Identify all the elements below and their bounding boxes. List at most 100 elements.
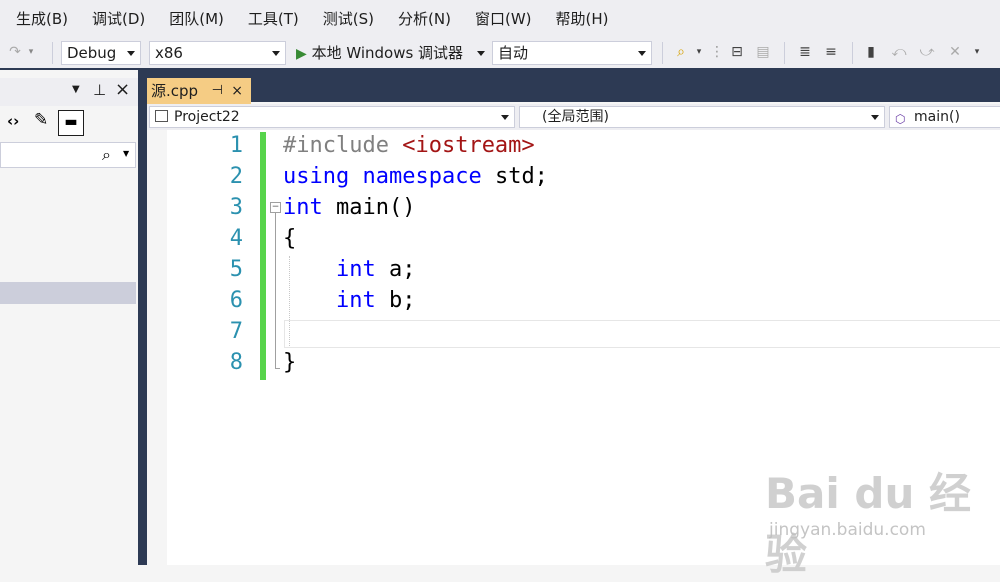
line-number: 8 <box>229 350 243 375</box>
code-text-fragment: a; <box>375 257 416 282</box>
start-debugging-label: 本地 Windows 调试器 <box>311 44 464 62</box>
code-line-6: int b; <box>283 285 1000 316</box>
chevron-down-icon <box>272 51 280 56</box>
grip-icon[interactable]: ⋮ <box>710 43 724 61</box>
pin-icon[interactable]: ⊥ <box>93 81 106 99</box>
platform-select[interactable]: x86 <box>149 41 286 65</box>
chevron-down-icon <box>477 51 485 56</box>
member-select[interactable]: ⬡ main() <box>889 106 1000 128</box>
menu-window[interactable]: 窗口(W) <box>463 0 544 38</box>
menu-team[interactable]: 团队(M) <box>157 0 236 38</box>
code-line-8: } <box>283 347 1000 378</box>
menu-test[interactable]: 测试(S) <box>311 0 386 38</box>
keyword: int <box>335 288 376 313</box>
code-line-2: using namespace std; <box>283 161 1000 192</box>
chevron-down-icon <box>501 115 509 120</box>
code-line-4: { <box>283 223 1000 254</box>
platform-value: x86 <box>155 44 183 62</box>
collapse-all-icon[interactable]: ▬ <box>58 110 84 136</box>
line-number: 6 <box>229 288 243 313</box>
member-name: main() <box>914 109 960 125</box>
code-text-fragment: } <box>283 350 297 375</box>
line-number: 7 <box>229 319 243 344</box>
clear-bookmarks-icon[interactable]: ✕ <box>946 43 964 61</box>
line-number: 3 <box>229 195 243 220</box>
search-options-icon[interactable]: ▼ <box>123 149 129 158</box>
class-view-icon[interactable]: ▤ <box>754 43 772 61</box>
solution-explorer-panel: ▼ ⊥ × ‹› ✎ ▬ ⌕ ▼ <box>0 70 139 565</box>
selected-tree-item[interactable] <box>0 282 136 304</box>
navigation-bar: Project22 (全局范围) ⬡ main() <box>147 104 1000 131</box>
code-line-5: int a; <box>283 254 1000 285</box>
toolbar-separator <box>784 42 785 64</box>
toolbar-separator <box>662 42 663 64</box>
comment-lines-icon[interactable]: ≣ <box>796 43 814 61</box>
wrench-icon[interactable]: ✎ <box>34 110 48 130</box>
tab-source-cpp[interactable]: 源.cpp ⊣ × <box>147 78 251 104</box>
chevron-down-icon <box>127 51 135 56</box>
preprocessor-directive: #include <box>283 133 389 158</box>
menu-analyze[interactable]: 分析(N) <box>386 0 463 38</box>
keyword: using <box>283 164 350 189</box>
solution-explorer-icon[interactable]: ⊟ <box>728 43 746 61</box>
search-icon: ⌕ <box>102 145 111 164</box>
project-select[interactable]: Project22 <box>149 106 515 128</box>
code-text-fragment: std; <box>481 164 548 189</box>
line-number: 1 <box>229 133 243 158</box>
menu-debug[interactable]: 调试(D) <box>80 0 157 38</box>
run-mode-select[interactable]: 自动 <box>492 41 652 65</box>
code-view-icon[interactable]: ‹› <box>7 112 19 130</box>
tab-title: 源.cpp <box>151 82 199 100</box>
code-text-fragment: b; <box>375 288 416 313</box>
config-value: Debug <box>67 44 117 62</box>
outline-end <box>275 368 280 369</box>
start-debugging-button[interactable]: ▶ 本地 Windows 调试器 <box>296 41 486 65</box>
watermark-url: jingyan.baidu.com <box>769 520 926 540</box>
panel-splitter[interactable] <box>138 70 147 565</box>
tab-pin-icon[interactable]: ⊣ <box>212 78 223 104</box>
close-icon[interactable]: × <box>115 79 130 100</box>
panel-title-bar: ▼ ⊥ × <box>0 78 138 106</box>
scope-select[interactable]: (全局范围) <box>519 106 885 128</box>
project-icon <box>155 110 168 122</box>
editor-tab-strip <box>147 70 1000 102</box>
toolbar-separator <box>52 42 53 64</box>
menu-build[interactable]: 生成(B) <box>0 0 80 38</box>
panel-search-input[interactable]: ⌕ ▼ <box>0 142 136 168</box>
uncomment-lines-icon[interactable]: ≡ <box>822 43 840 61</box>
redo-dropdown-icon[interactable]: ▾ <box>26 43 36 61</box>
menu-bar: 生成(B) 调试(D) 团队(M) 工具(T) 测试(S) 分析(N) 窗口(W… <box>0 0 1000 38</box>
redo-icon[interactable]: ↷ <box>6 43 24 61</box>
project-name: Project22 <box>174 109 240 125</box>
code-line-1: #include <iostream> <box>283 130 1000 161</box>
include-header: <iostream> <box>402 133 535 158</box>
config-select[interactable]: Debug <box>61 41 141 65</box>
menu-help[interactable]: 帮助(H) <box>544 0 621 38</box>
change-tracking-bar <box>260 132 266 380</box>
find-in-files-icon[interactable]: ⌕ <box>672 43 690 61</box>
toolbar-overflow-icon[interactable]: ▾ <box>972 43 982 61</box>
panel-menu-icon[interactable]: ▼ <box>72 84 80 95</box>
code-text-fragment: main() <box>322 195 416 220</box>
tab-close-icon[interactable]: × <box>231 78 243 104</box>
dropdown-icon[interactable]: ▾ <box>694 43 704 61</box>
toolbar-separator <box>852 42 853 64</box>
indicator-margin <box>147 130 167 565</box>
keyword: int <box>283 195 323 220</box>
next-bookmark-icon[interactable]: ⤻ <box>918 43 936 61</box>
run-mode-value: 自动 <box>498 44 529 62</box>
line-number: 4 <box>229 226 243 251</box>
chevron-down-icon <box>871 115 879 120</box>
bookmark-icon[interactable]: ▮ <box>862 43 880 61</box>
keyword: namespace <box>362 164 482 189</box>
line-number: 5 <box>229 257 243 282</box>
prev-bookmark-icon[interactable]: ⤺ <box>890 43 908 61</box>
keyword: int <box>335 257 376 282</box>
menu-tools[interactable]: 工具(T) <box>236 0 311 38</box>
baidu-watermark: Bai du 经验 jingyan.baidu.com <box>765 460 975 579</box>
code-line-3: int main() <box>283 192 1000 223</box>
collapse-icon[interactable]: − <box>270 202 281 213</box>
code-text-fragment: { <box>283 226 297 251</box>
toolbar: ↷ ▾ Debug x86 ▶ 本地 Windows 调试器 自动 ⌕ ▾ ⋮ … <box>0 38 1000 70</box>
